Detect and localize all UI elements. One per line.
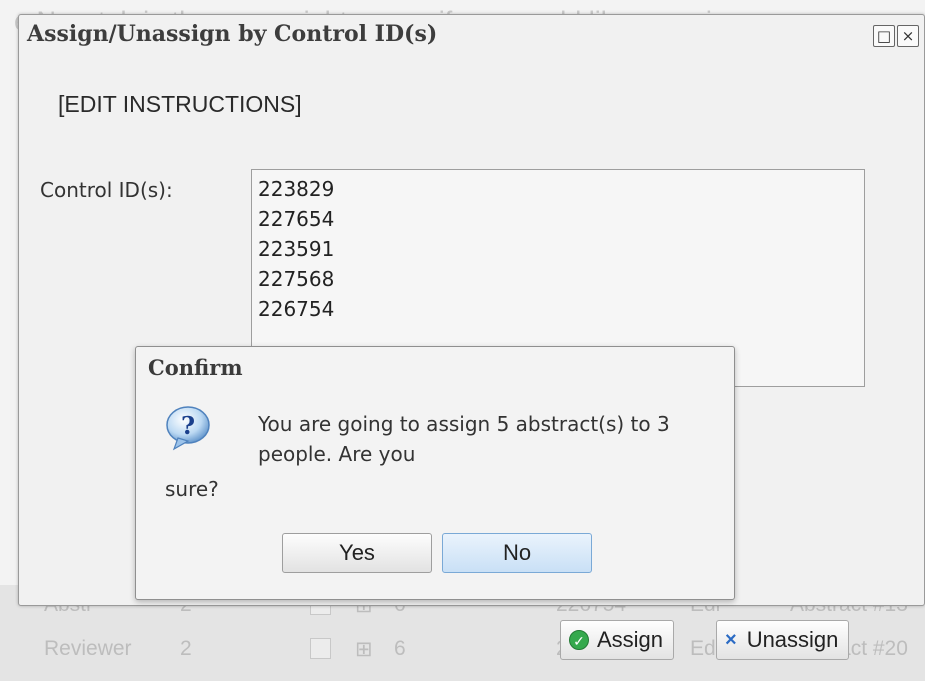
control-id-line: 227654 <box>258 207 335 231</box>
check-circle-icon: ✓ <box>569 630 589 650</box>
control-id-line: 223829 <box>258 177 335 201</box>
edit-instructions: [EDIT INSTRUCTIONS] <box>58 91 302 117</box>
svg-text:?: ? <box>181 411 195 440</box>
yes-label: Yes <box>339 540 375 565</box>
restore-button[interactable]: □ <box>873 25 895 47</box>
x-icon: × <box>725 628 737 651</box>
confirm-message: You are going to assign 5 abstract(s) to… <box>258 412 670 466</box>
row-num: 6 <box>394 637 406 660</box>
restore-icon: □ <box>876 27 892 45</box>
unassign-button[interactable]: × Unassign <box>716 620 850 660</box>
control-id-line: 223591 <box>258 237 335 261</box>
yes-button[interactable]: Yes <box>282 533 432 573</box>
row-count: 2 <box>180 637 192 660</box>
question-icon: ? <box>166 406 210 451</box>
control-id-label: Control ID(s): <box>40 178 173 202</box>
confirm-message-tail: sure? <box>165 477 219 501</box>
no-label: No <box>502 540 532 565</box>
control-id-line: 226754 <box>258 297 335 321</box>
no-button[interactable]: No <box>442 533 592 573</box>
assign-button[interactable]: ✓ Assign <box>560 620 675 660</box>
control-id-line: 227568 <box>258 267 335 291</box>
close-button[interactable]: × <box>897 25 919 47</box>
assign-label: Assign <box>597 627 664 652</box>
row-label: Reviewer <box>44 637 132 660</box>
dialog-title: Assign/Unassign by Control ID(s) <box>27 21 438 47</box>
confirm-title: Confirm <box>148 355 243 380</box>
confirm-dialog: Confirm ? You are going to assign 5 abst… <box>135 346 735 600</box>
close-icon: × <box>901 27 915 45</box>
row-checkbox <box>310 638 331 659</box>
expand-icon: ⊞ <box>355 638 373 661</box>
unassign-label: Unassign <box>746 627 839 652</box>
